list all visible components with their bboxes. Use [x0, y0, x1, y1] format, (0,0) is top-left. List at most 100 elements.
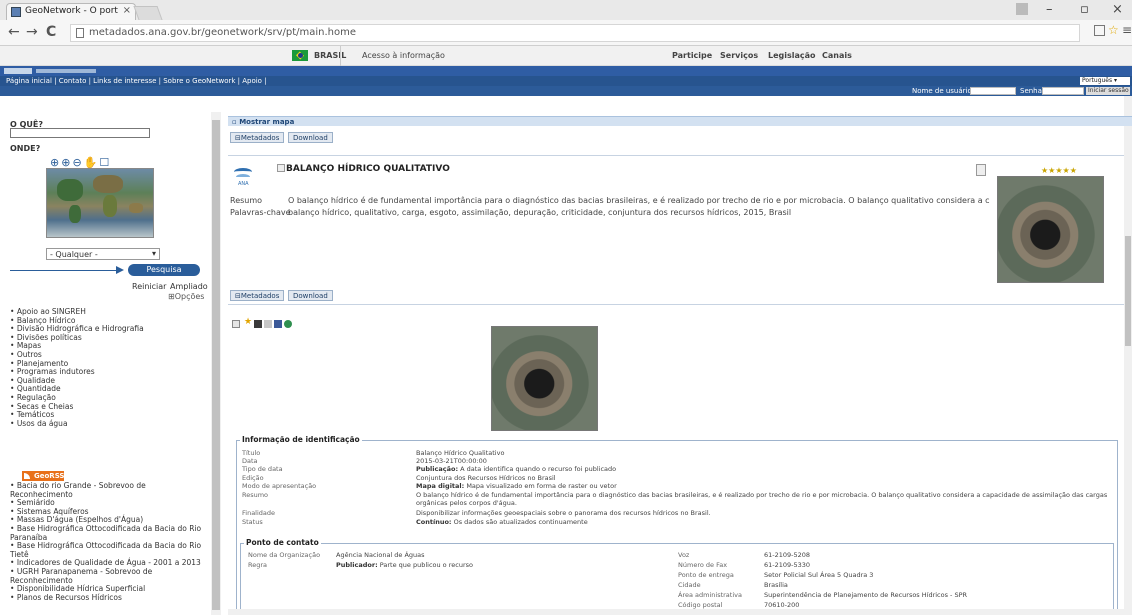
login-button[interactable]: Iniciar sessão: [1086, 87, 1130, 95]
georss-feed-list: • Bacia do rio Grande - Sobrevoo de Reco…: [10, 481, 206, 603]
menu-icon[interactable]: ≡: [1122, 23, 1132, 37]
world-map[interactable]: [46, 168, 154, 238]
options-toggle[interactable]: ⊞Opções: [168, 292, 204, 301]
participe-link[interactable]: Participe: [672, 51, 712, 60]
canais-link[interactable]: Canais: [822, 51, 852, 60]
url-input[interactable]: metadados.ana.gov.br/geonetwork/srv/pt/m…: [70, 24, 1080, 42]
field-value: Setor Policial Sul Área 5 Quadra 3: [764, 571, 874, 579]
site-header-strip: [0, 66, 1132, 76]
page-scrollbar[interactable]: [1124, 96, 1132, 615]
field-value: Publicador: Parte que publicou o recurso: [336, 561, 473, 569]
field-label: Resumo: [242, 491, 269, 499]
download-tab[interactable]: Download: [288, 132, 333, 143]
field-value: Agência Nacional de Águas: [336, 551, 425, 559]
minimize-icon[interactable]: –: [1046, 2, 1053, 17]
show-map-bar[interactable]: ▫ Mostrar mapa: [228, 116, 1132, 126]
field-label: Cidade: [678, 581, 701, 589]
metadados-tab-2[interactable]: ⊟Metadados: [230, 290, 285, 301]
resumo-label: Resumo: [230, 196, 263, 205]
field-label: Número de Fax: [678, 561, 728, 569]
acesso-link[interactable]: Acesso à informação: [362, 51, 445, 60]
password-label: Senha: [1020, 87, 1042, 95]
horizontal-scrollbar[interactable]: [228, 609, 1124, 615]
field-label: Data: [242, 457, 258, 465]
favicon-icon: [11, 7, 21, 17]
divider: [228, 155, 1124, 156]
georss-badge[interactable]: GeoRSS: [22, 471, 64, 481]
sidebar-scrollbar[interactable]: [211, 112, 221, 615]
where-label: ONDE?: [10, 144, 41, 153]
field-value: Contínuo: Os dados são atualizados conti…: [416, 518, 588, 526]
legislacao-link[interactable]: Legislação: [768, 51, 816, 60]
search-arrow-line: [10, 270, 120, 271]
field-value: Publicação: A data identifica quando o r…: [416, 465, 617, 473]
profile-icon[interactable]: [1016, 3, 1028, 15]
language-select[interactable]: Português ▾: [1080, 77, 1130, 85]
advanced-link[interactable]: Ampliado: [170, 282, 208, 291]
brasil-link[interactable]: BRASIL: [314, 51, 346, 60]
password-input[interactable]: [1042, 87, 1084, 95]
close-tab-icon[interactable]: ×: [123, 5, 131, 16]
email-icon[interactable]: [232, 320, 240, 328]
preview-image[interactable]: [491, 326, 598, 431]
field-value: Disponibilizar informações geoespaciais …: [416, 509, 711, 517]
field-label: Voz: [678, 551, 690, 559]
globe-icon[interactable]: [284, 320, 292, 328]
main-nav: Página inicial | Contato | Links de inte…: [0, 76, 1132, 86]
record-title[interactable]: BALANÇO HÍDRICO QUALITATIVO: [286, 164, 450, 174]
field-value: 70610-200: [764, 601, 800, 609]
region-select[interactable]: - Qualquer - ▾: [46, 248, 160, 260]
search-button[interactable]: Pesquisa: [128, 264, 200, 276]
forward-icon[interactable]: →: [26, 24, 38, 40]
username-input[interactable]: [970, 87, 1016, 95]
feed-item[interactable]: • Bacia do rio Grande - Sobrevoo de Reco…: [10, 481, 206, 499]
metadados-tab[interactable]: ⊟Metadados: [230, 132, 285, 143]
what-input[interactable]: [10, 128, 150, 138]
feed-item[interactable]: • Planos de Recursos Hídricos: [10, 593, 206, 603]
maximize-icon[interactable]: ▫: [1080, 2, 1089, 17]
new-tab-button[interactable]: [133, 6, 163, 20]
browser-tab-bar: GeoNetwork - O port × – ▫ ×: [0, 0, 1132, 20]
facebook-icon[interactable]: [274, 320, 282, 328]
feed-item[interactable]: • UGRH Paranapanema - Sobrevoo de Reconh…: [10, 567, 206, 585]
browser-tab[interactable]: GeoNetwork - O port ×: [6, 3, 136, 20]
header-small-links: [36, 69, 96, 73]
category-item[interactable]: • Usos da água: [10, 419, 210, 429]
feed-item[interactable]: • Base Hidrográfica Ottocodificada da Ba…: [10, 541, 206, 559]
ana-logo: [4, 68, 32, 74]
back-icon[interactable]: ←: [8, 24, 20, 40]
field-label: Nome da Organização: [248, 551, 321, 559]
download-tab-2[interactable]: Download: [288, 290, 333, 301]
field-label: Título: [242, 449, 261, 457]
field-value: Superintendência de Planejamento de Recu…: [764, 591, 968, 599]
ana-logo-icon: ANA: [232, 164, 254, 188]
address-bar-row: ← → C metadados.ana.gov.br/geonetwork/sr…: [0, 20, 1132, 46]
feed-item[interactable]: • Base Hidrográfica Ottocodificada da Ba…: [10, 524, 206, 542]
field-value: O balanço hídrico é de fundamental impor…: [416, 491, 1108, 499]
contact-legend: Ponto de contato: [244, 538, 321, 547]
field-value: Brasília: [764, 581, 788, 589]
star-icon[interactable]: ★: [244, 317, 252, 327]
brazil-flag-icon: [292, 50, 308, 61]
close-window-icon[interactable]: ×: [1112, 2, 1123, 17]
divider: [228, 304, 1124, 305]
bookmark-star-icon[interactable]: ☆: [1108, 23, 1119, 37]
reset-link[interactable]: Reiniciar: [132, 282, 166, 291]
extension-icon[interactable]: [1094, 25, 1105, 36]
select-checkbox[interactable]: [277, 164, 285, 172]
reload-icon[interactable]: C: [46, 24, 56, 40]
login-bar: Nome de usuário Senha Iniciar sessão: [0, 86, 1132, 96]
thumbnail-image[interactable]: [997, 176, 1104, 283]
servicos-link[interactable]: Serviços: [720, 51, 758, 60]
field-label: Código postal: [678, 601, 723, 609]
main-nav-links[interactable]: Página inicial | Contato | Links de inte…: [6, 77, 267, 85]
document-icon[interactable]: [976, 164, 986, 176]
xml-icon[interactable]: [254, 320, 262, 328]
rating-stars: ★★★★★: [1041, 166, 1077, 175]
field-label: Área administrativa: [678, 591, 742, 599]
field-label: Finalidade: [242, 509, 276, 517]
divider: [340, 46, 341, 66]
field-label: Status: [242, 518, 263, 526]
print-icon[interactable]: [264, 320, 272, 328]
field-label: Modo de apresentação: [242, 482, 317, 490]
